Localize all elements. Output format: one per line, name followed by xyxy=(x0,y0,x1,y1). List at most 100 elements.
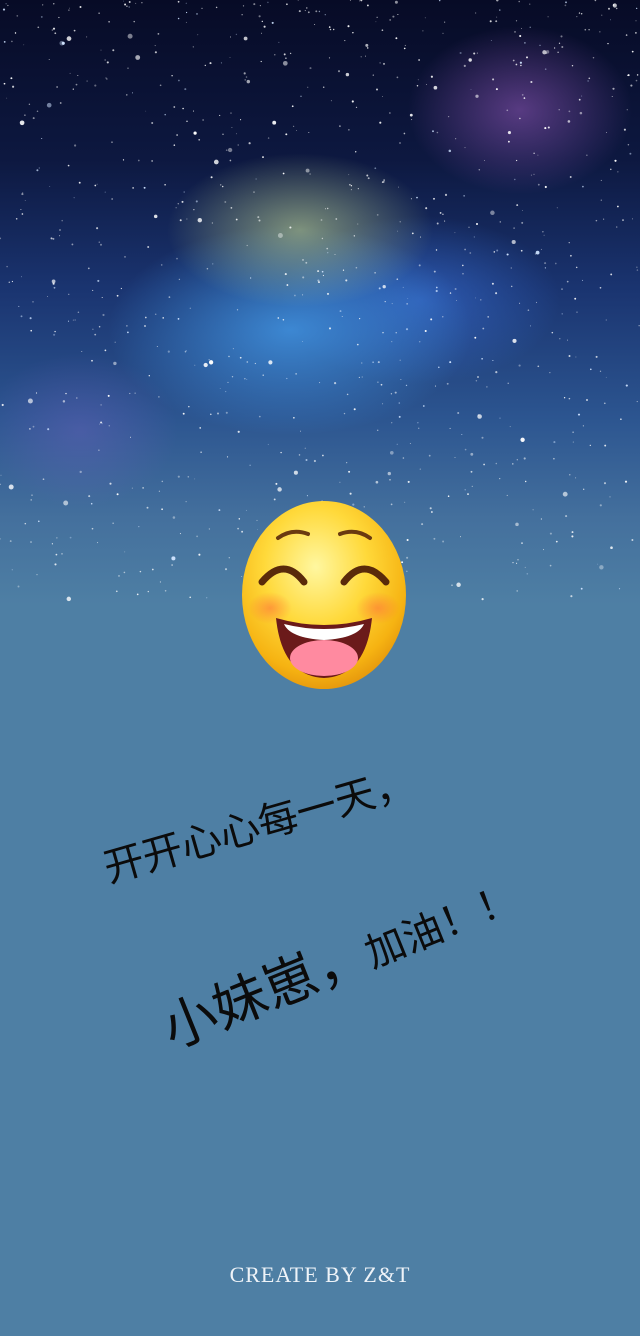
star xyxy=(535,301,538,304)
star xyxy=(326,292,330,295)
star xyxy=(50,237,53,240)
star xyxy=(481,598,484,601)
star xyxy=(98,325,101,328)
star xyxy=(36,169,39,172)
star xyxy=(521,209,523,211)
star xyxy=(199,427,201,429)
star xyxy=(360,56,362,58)
star xyxy=(553,457,555,460)
star xyxy=(418,59,420,61)
star xyxy=(177,203,179,205)
star xyxy=(209,62,212,65)
star xyxy=(372,361,374,363)
star xyxy=(617,205,619,208)
star xyxy=(296,130,297,132)
star xyxy=(409,113,413,117)
star xyxy=(349,184,351,186)
star xyxy=(435,249,438,251)
star xyxy=(229,159,232,162)
star xyxy=(289,226,292,229)
star xyxy=(90,502,93,505)
star xyxy=(164,113,166,116)
star xyxy=(367,177,370,180)
star xyxy=(108,20,110,23)
star xyxy=(302,294,304,296)
star xyxy=(158,396,160,398)
star xyxy=(201,7,203,9)
star xyxy=(179,533,181,535)
star xyxy=(521,28,522,30)
star xyxy=(638,325,640,327)
star xyxy=(231,376,234,378)
star xyxy=(433,85,438,90)
star xyxy=(328,327,332,330)
star xyxy=(609,19,611,21)
star xyxy=(51,29,54,31)
star xyxy=(636,74,639,76)
star xyxy=(305,458,308,462)
star xyxy=(157,33,160,35)
star xyxy=(186,218,188,220)
star xyxy=(11,569,13,571)
star xyxy=(178,278,181,281)
star xyxy=(23,44,25,46)
star xyxy=(527,309,530,312)
star xyxy=(553,441,556,444)
star xyxy=(510,285,513,288)
star xyxy=(582,425,584,427)
star xyxy=(468,58,472,62)
star xyxy=(462,264,464,267)
star xyxy=(305,168,310,173)
star xyxy=(211,222,214,224)
star xyxy=(449,427,451,429)
star xyxy=(348,470,351,473)
star xyxy=(6,97,8,99)
star xyxy=(572,431,574,433)
star xyxy=(475,222,479,226)
star xyxy=(230,36,231,38)
star xyxy=(107,394,110,397)
star xyxy=(124,3,127,6)
star xyxy=(293,417,295,419)
star xyxy=(320,219,323,221)
star xyxy=(40,15,43,18)
star xyxy=(306,7,308,9)
star xyxy=(519,61,523,64)
star xyxy=(202,119,204,121)
star xyxy=(577,413,581,416)
star xyxy=(389,19,391,21)
star xyxy=(262,156,264,159)
star xyxy=(516,562,518,564)
star xyxy=(193,131,197,135)
star xyxy=(92,328,94,330)
star xyxy=(512,463,514,465)
star xyxy=(289,52,292,55)
star xyxy=(271,21,274,24)
star xyxy=(428,454,431,457)
star xyxy=(442,32,444,34)
star xyxy=(399,221,401,223)
star xyxy=(235,218,238,221)
star xyxy=(131,487,133,489)
star xyxy=(126,94,128,96)
star xyxy=(499,9,501,11)
star xyxy=(111,198,113,200)
star xyxy=(391,341,393,343)
star xyxy=(476,52,478,54)
star xyxy=(496,0,499,2)
star xyxy=(105,77,107,79)
star xyxy=(112,49,115,52)
star xyxy=(610,168,612,171)
star xyxy=(636,7,638,10)
star xyxy=(239,356,242,359)
star xyxy=(305,261,308,264)
star xyxy=(127,67,129,69)
star xyxy=(162,317,164,319)
star xyxy=(609,496,611,498)
star xyxy=(137,159,140,162)
star xyxy=(506,494,508,496)
star xyxy=(455,299,457,301)
star xyxy=(106,78,108,80)
star xyxy=(339,125,341,127)
star xyxy=(154,45,156,47)
